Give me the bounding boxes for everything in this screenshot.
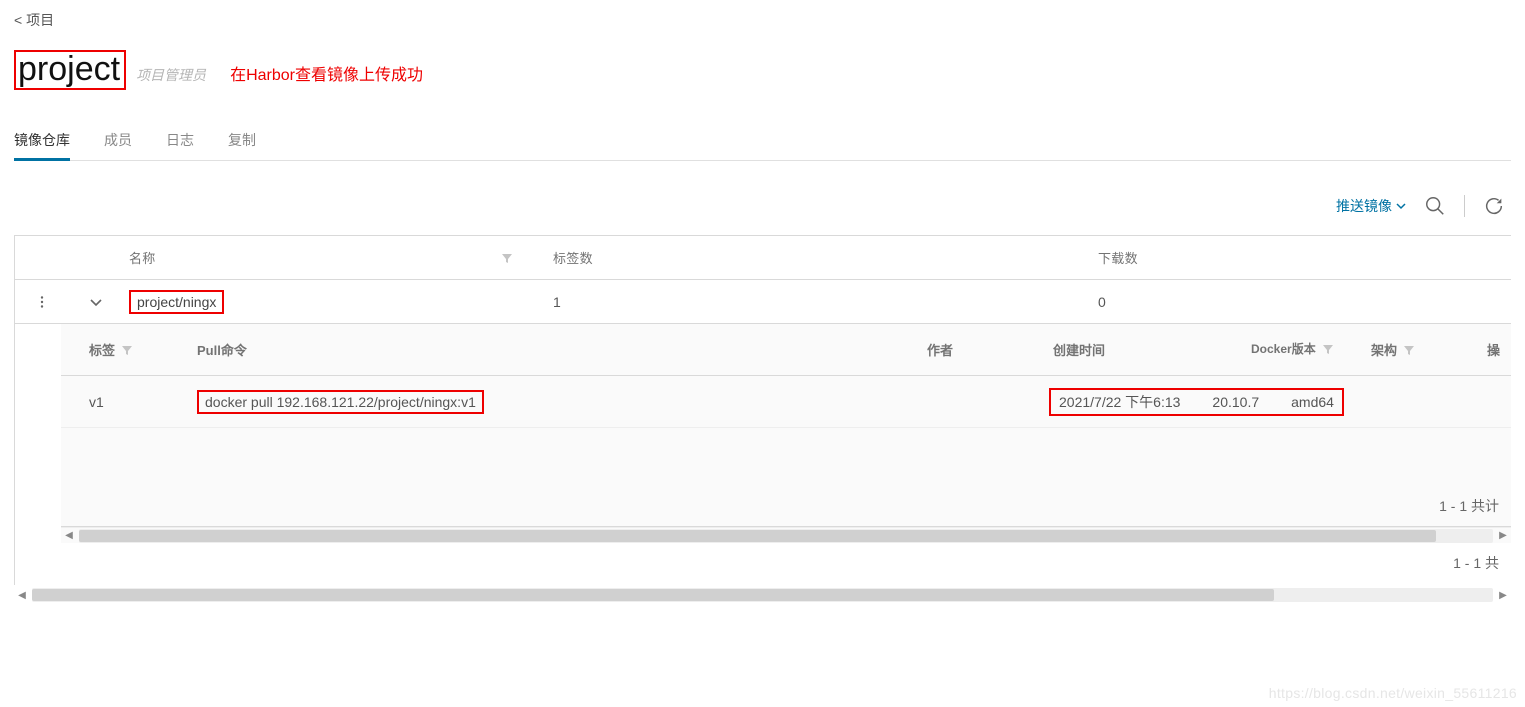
watermark: https://blog.csdn.net/weixin_55611216 xyxy=(1269,685,1517,701)
page-title: project xyxy=(14,50,126,90)
outer-pagination: 1 - 1 共 xyxy=(15,543,1511,585)
filter-icon[interactable] xyxy=(1403,344,1415,356)
filter-icon[interactable] xyxy=(1322,343,1334,355)
tabs: 镜像仓库 成员 日志 复制 xyxy=(14,124,1511,161)
refresh-icon xyxy=(1483,195,1505,217)
push-image-button[interactable]: 推送镜像 xyxy=(1336,196,1406,216)
role-label: 项目管理员 xyxy=(136,65,206,85)
col-header-pull[interactable]: Pull命令 xyxy=(197,340,247,359)
scroll-left-icon[interactable]: ◀ xyxy=(61,528,77,544)
table-header-row: 名称 标签数 下载数 xyxy=(15,236,1511,280)
tab-logs[interactable]: 日志 xyxy=(166,124,194,160)
repo-download-count: 0 xyxy=(1078,294,1511,310)
push-image-label: 推送镜像 xyxy=(1336,196,1392,216)
tag-created: 2021/7/22 下午6:13 xyxy=(1059,392,1180,412)
annotation-text: 在Harbor查看镜像上传成功 xyxy=(230,61,423,85)
col-header-ops[interactable]: 操 xyxy=(1487,340,1500,359)
tab-repositories[interactable]: 镜像仓库 xyxy=(14,124,70,160)
breadcrumb[interactable]: < 项目 xyxy=(14,10,1511,30)
col-header-name[interactable]: 名称 xyxy=(129,248,156,267)
tag-meta-highlight: 2021/7/22 下午6:13 20.10.7 amd64 xyxy=(1049,388,1344,416)
scroll-right-icon[interactable]: ▶ xyxy=(1495,587,1511,603)
breadcrumb-back[interactable]: 项目 xyxy=(26,12,54,28)
tags-table: 标签 Pull命令 作者 创建时间 Docker版本 架构 xyxy=(61,324,1511,543)
scroll-left-icon[interactable]: ◀ xyxy=(14,587,30,603)
inner-horizontal-scrollbar[interactable]: ◀ ▶ xyxy=(61,527,1511,543)
search-button[interactable] xyxy=(1424,195,1446,217)
col-header-tag[interactable]: 标签 xyxy=(89,340,115,359)
repo-name-link[interactable]: project/ningx xyxy=(129,290,224,314)
tab-members[interactable]: 成员 xyxy=(104,124,132,160)
col-header-created[interactable]: 创建时间 xyxy=(1053,340,1105,359)
table-row: project/ningx 1 0 xyxy=(15,280,1511,324)
refresh-button[interactable] xyxy=(1483,195,1505,217)
col-header-author[interactable]: 作者 xyxy=(927,340,953,359)
row-actions-button[interactable] xyxy=(35,295,49,309)
tag-docker-version: 20.10.7 xyxy=(1212,394,1259,410)
inner-pagination: 1 - 1 共计 xyxy=(61,486,1511,527)
outer-horizontal-scrollbar[interactable]: ◀ ▶ xyxy=(14,587,1511,603)
filter-icon[interactable] xyxy=(121,344,133,356)
filter-icon[interactable] xyxy=(501,252,513,264)
pull-command[interactable]: docker pull 192.168.121.22/project/ningx… xyxy=(197,390,484,414)
tab-replication[interactable]: 复制 xyxy=(228,124,256,160)
more-vertical-icon xyxy=(35,295,49,309)
row-expand-toggle[interactable] xyxy=(89,295,103,309)
tag-row: v1 docker pull 192.168.121.22/project/ni… xyxy=(61,376,1511,428)
search-icon xyxy=(1424,195,1446,217)
scroll-right-icon[interactable]: ▶ xyxy=(1495,528,1511,544)
toolbar-divider xyxy=(1464,195,1465,217)
repo-tag-count: 1 xyxy=(533,294,1078,310)
col-header-arch[interactable]: 架构 xyxy=(1371,340,1397,359)
chevron-down-icon xyxy=(1396,201,1406,211)
col-header-docker[interactable]: Docker版本 xyxy=(1251,342,1316,356)
col-header-tags[interactable]: 标签数 xyxy=(553,248,593,267)
repositories-table: 名称 标签数 下载数 xyxy=(14,235,1511,585)
tag-name: v1 xyxy=(61,394,179,410)
col-header-downloads[interactable]: 下载数 xyxy=(1098,248,1138,267)
tag-arch: amd64 xyxy=(1291,394,1334,410)
chevron-down-icon xyxy=(89,295,103,309)
